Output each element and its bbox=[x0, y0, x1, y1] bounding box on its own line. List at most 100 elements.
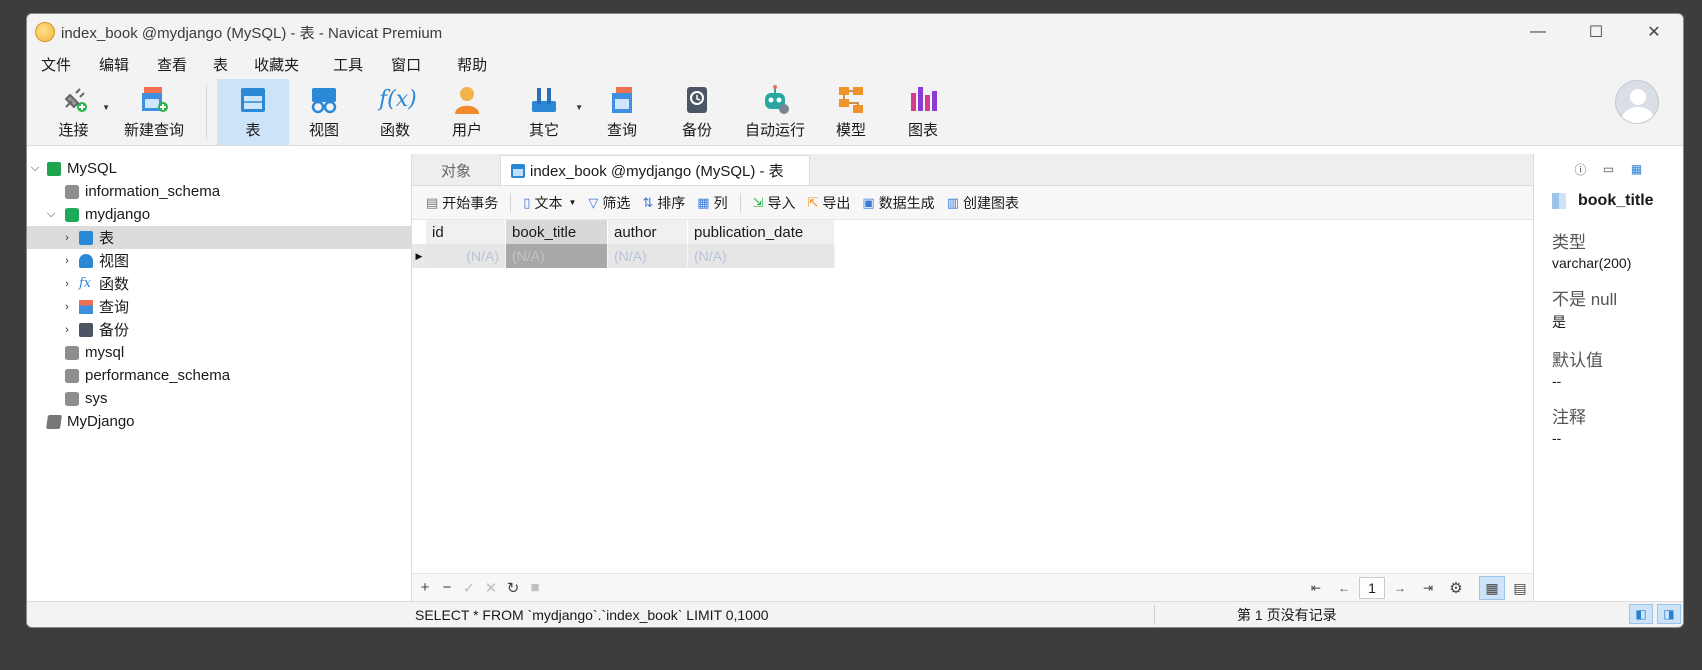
import-button[interactable]: ⇲ 导入 bbox=[747, 193, 802, 213]
toggle-left-panel-button[interactable]: ◧ bbox=[1629, 604, 1653, 624]
tree-connection-mysql[interactable]: ⌵ MySQL bbox=[27, 157, 411, 180]
table-button[interactable]: 表 bbox=[217, 79, 289, 145]
view-label: 视图 bbox=[308, 122, 339, 139]
maximize-button[interactable]: ☐ bbox=[1567, 14, 1625, 50]
chevron-down-icon[interactable]: ⌵ bbox=[29, 162, 41, 175]
create-chart-label: 创建图表 bbox=[962, 194, 1019, 211]
tree-node-functions[interactable]: › fx 函数 bbox=[27, 272, 411, 295]
connect-button[interactable]: 连接 ▼ bbox=[35, 79, 112, 145]
tree-db-performance-schema[interactable]: performance_schema bbox=[27, 364, 411, 387]
apply-changes-button[interactable]: ✓ bbox=[458, 579, 480, 597]
new-query-button[interactable]: 新建查询 bbox=[112, 79, 196, 145]
tree-label: mysql bbox=[85, 344, 125, 361]
column-header-author[interactable]: author bbox=[608, 220, 688, 244]
add-record-button[interactable]: + bbox=[414, 579, 436, 596]
automation-button[interactable]: 自动运行 bbox=[735, 79, 815, 145]
export-button[interactable]: ⇱ 导出 bbox=[801, 193, 856, 213]
query-button[interactable]: 查询 bbox=[585, 79, 659, 145]
connection-icon bbox=[46, 414, 62, 429]
refresh-button[interactable]: ↻ bbox=[502, 579, 524, 597]
view-icon bbox=[79, 253, 93, 268]
cell-author[interactable]: (N/A) bbox=[608, 244, 688, 268]
menu-bar: 文件 编辑 查看 表 收藏夹 工具 窗口 帮助 bbox=[27, 50, 1683, 78]
view-button[interactable]: 视图 bbox=[289, 79, 359, 145]
toggle-right-panel-button[interactable]: ◨ bbox=[1657, 604, 1681, 624]
cell-book-title[interactable]: (N/A) bbox=[506, 244, 608, 268]
menu-window[interactable]: 窗口 bbox=[383, 54, 429, 75]
chevron-down-icon[interactable]: ▼ bbox=[102, 103, 110, 112]
menu-file[interactable]: 文件 bbox=[33, 54, 79, 75]
function-icon: f(x) bbox=[379, 87, 417, 112]
user-button[interactable]: 用户 bbox=[431, 79, 503, 145]
tree-db-mysql[interactable]: mysql bbox=[27, 341, 411, 364]
tree-node-queries[interactable]: › 查询 bbox=[27, 295, 411, 318]
chevron-right-icon[interactable]: › bbox=[61, 301, 73, 313]
create-chart-button[interactable]: ▥ 创建图表 bbox=[941, 193, 1025, 213]
chart-button[interactable]: 图表 bbox=[887, 79, 959, 145]
first-page-button[interactable]: ⇤ bbox=[1305, 581, 1327, 595]
tree-db-information-schema[interactable]: information_schema bbox=[27, 180, 411, 203]
menu-view[interactable]: 查看 bbox=[149, 54, 195, 75]
menu-help[interactable]: 帮助 bbox=[449, 54, 495, 75]
menu-favorites[interactable]: 收藏夹 bbox=[246, 54, 307, 75]
begin-transaction-button[interactable]: ▤ 开始事务 bbox=[420, 193, 504, 213]
last-page-button[interactable]: ⇥ bbox=[1417, 581, 1439, 595]
discard-changes-button[interactable]: ✕ bbox=[480, 579, 502, 597]
menu-tools[interactable]: 工具 bbox=[325, 54, 371, 75]
delete-record-button[interactable]: − bbox=[436, 579, 458, 596]
chevron-down-icon[interactable]: ▼ bbox=[568, 198, 576, 207]
tree-node-backups[interactable]: › 备份 bbox=[27, 318, 411, 341]
chevron-right-icon[interactable]: › bbox=[61, 255, 73, 267]
page-number-input[interactable]: 1 bbox=[1359, 577, 1385, 599]
function-label: 函数 bbox=[379, 122, 410, 139]
grid-view-button[interactable]: ▦ bbox=[1479, 576, 1505, 600]
filter-button[interactable]: ▽ 筛选 bbox=[582, 193, 636, 213]
user-avatar[interactable] bbox=[1615, 80, 1659, 124]
columns-button[interactable]: ▦ 列 bbox=[691, 193, 733, 213]
prev-page-button[interactable]: ← bbox=[1333, 581, 1355, 595]
table-icon bbox=[79, 230, 93, 245]
menu-table[interactable]: 表 bbox=[205, 54, 236, 75]
column-header-id[interactable]: id bbox=[426, 220, 506, 244]
column-header-publication-date[interactable]: publication_date bbox=[688, 220, 835, 244]
sort-button[interactable]: ⇅ 排序 bbox=[636, 193, 691, 213]
minimize-button[interactable]: — bbox=[1509, 14, 1567, 50]
column-header-book-title[interactable]: book_title bbox=[506, 220, 608, 244]
new-query-label: 新建查询 bbox=[123, 122, 184, 139]
cell-publication-date[interactable]: (N/A) bbox=[688, 244, 835, 268]
chevron-right-icon[interactable]: › bbox=[61, 324, 73, 336]
gear-icon[interactable]: ⚙ bbox=[1445, 579, 1467, 597]
chevron-right-icon[interactable]: › bbox=[61, 232, 73, 244]
tree-db-sys[interactable]: sys bbox=[27, 387, 411, 410]
backup-button[interactable]: 备份 bbox=[659, 79, 735, 145]
info-icon[interactable]: ⓘ bbox=[1572, 160, 1590, 178]
form-view-button[interactable]: ▤ bbox=[1507, 576, 1533, 600]
cell-id[interactable]: (N/A) bbox=[426, 244, 506, 268]
connect-label: 连接 bbox=[58, 122, 89, 139]
tree-node-views[interactable]: › 视图 bbox=[27, 249, 411, 272]
stop-button[interactable]: ■ bbox=[524, 579, 546, 596]
filter-label: 筛选 bbox=[602, 194, 631, 211]
tree-db-mydjango[interactable]: ⌵ mydjango bbox=[27, 203, 411, 226]
chevron-right-icon[interactable]: › bbox=[61, 278, 73, 290]
menu-edit[interactable]: 编辑 bbox=[91, 54, 137, 75]
text-button[interactable]: ▯ 文本 ▼ bbox=[517, 193, 582, 213]
next-page-button[interactable]: → bbox=[1389, 581, 1411, 595]
table-row[interactable]: ▶ (N/A) (N/A) (N/A) (N/A) bbox=[412, 244, 1533, 268]
chevron-down-icon[interactable]: ⌵ bbox=[45, 208, 57, 221]
toolbar-divider bbox=[739, 192, 741, 213]
field-icon[interactable]: ▦ bbox=[1628, 160, 1646, 178]
model-button[interactable]: 模型 bbox=[815, 79, 887, 145]
chevron-down-icon[interactable]: ▼ bbox=[575, 103, 583, 112]
tab-objects[interactable]: 对象 bbox=[412, 155, 500, 185]
tree-label: 备份 bbox=[99, 322, 130, 339]
field-title: book_title bbox=[1552, 192, 1683, 210]
ddl-icon[interactable]: ▭ bbox=[1600, 160, 1618, 178]
other-button[interactable]: 其它 ▼ bbox=[503, 79, 585, 145]
tab-index-book[interactable]: index_book @mydjango (MySQL) - 表 bbox=[500, 155, 810, 185]
close-button[interactable]: ✕ bbox=[1625, 14, 1683, 50]
data-generation-button[interactable]: ▣ 数据生成 bbox=[856, 193, 940, 213]
tree-node-tables[interactable]: › 表 bbox=[27, 226, 411, 249]
function-button[interactable]: f(x) 函数 bbox=[359, 79, 431, 145]
tree-connection-mydjango[interactable]: MyDjango bbox=[27, 410, 411, 433]
